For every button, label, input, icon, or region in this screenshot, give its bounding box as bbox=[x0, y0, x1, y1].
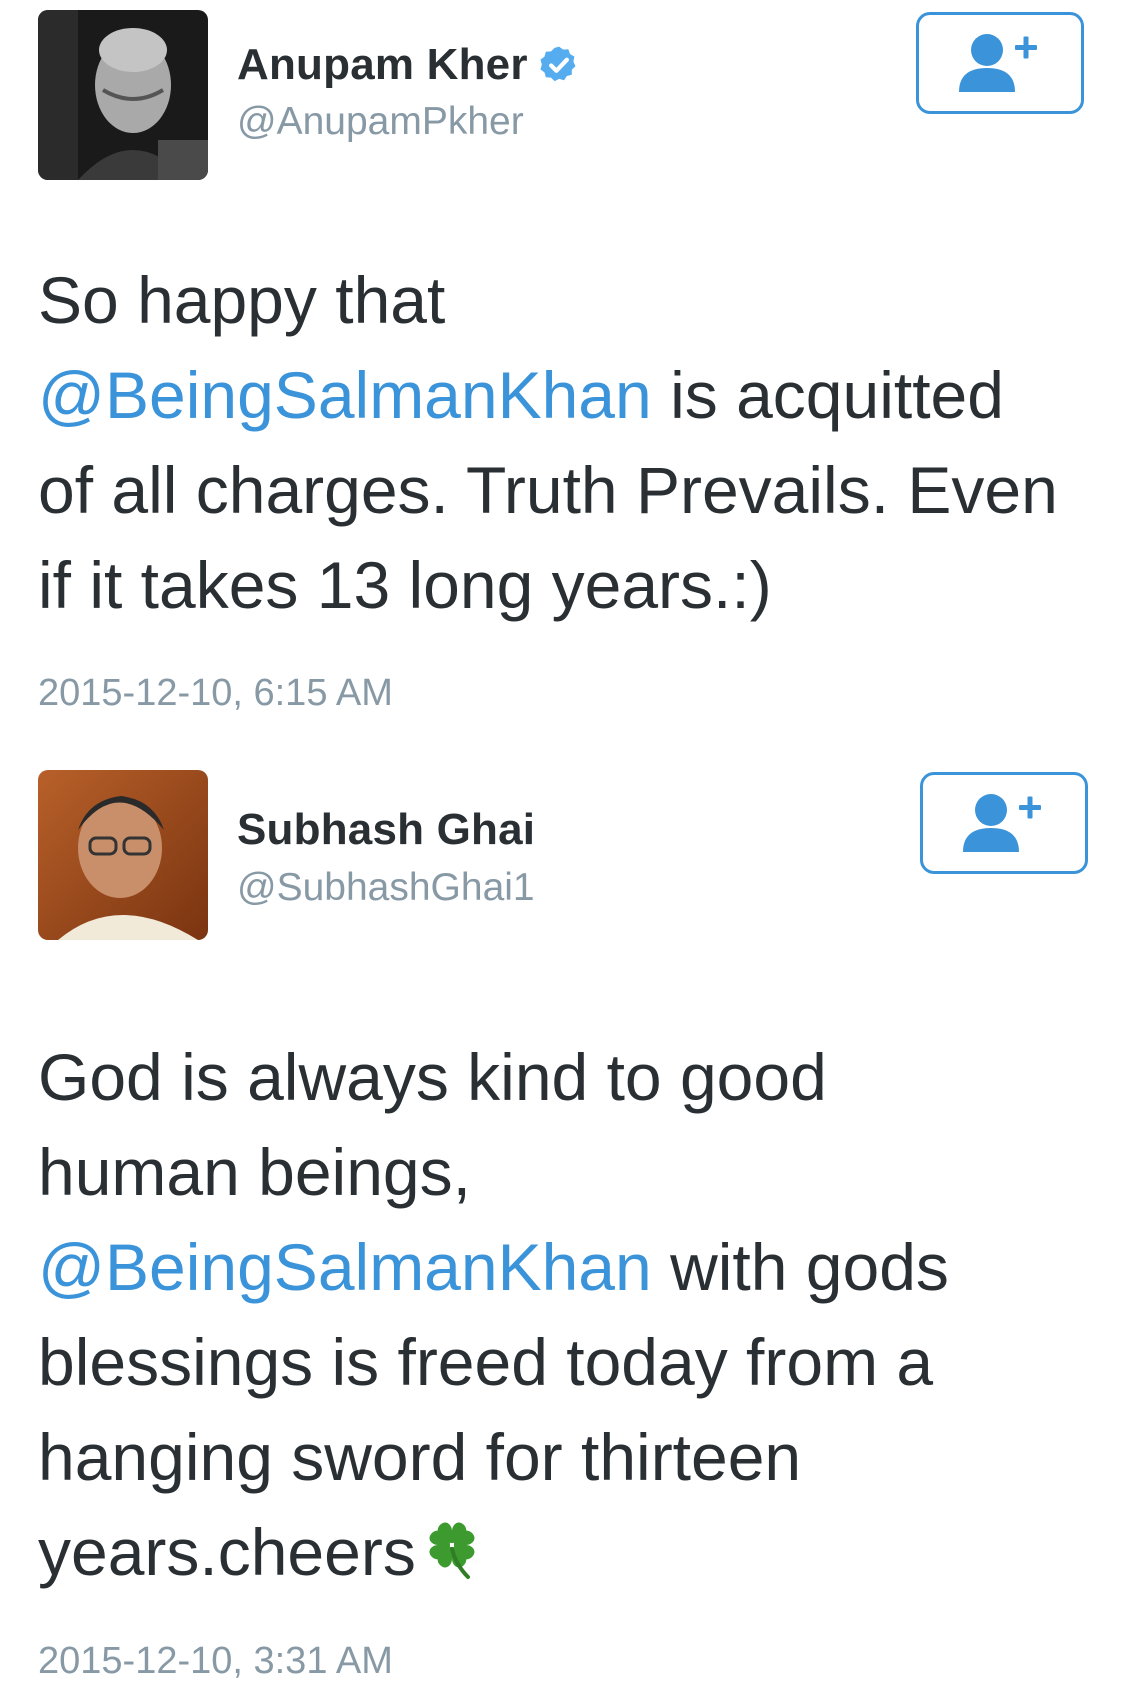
author-name-row: Anupam Kher bbox=[237, 40, 580, 90]
author-handle[interactable]: @SubhashGhai1 bbox=[237, 866, 535, 910]
four-leaf-clover-icon bbox=[429, 1522, 475, 1579]
avatar[interactable] bbox=[38, 10, 208, 180]
tweet-text-line: @BeingSalmanKhan is acquitted bbox=[38, 348, 1088, 443]
avatar-photo bbox=[38, 10, 208, 180]
avatar[interactable] bbox=[38, 770, 208, 940]
follow-user-icon bbox=[963, 794, 1041, 852]
text-segment: with gods bbox=[651, 1230, 949, 1304]
text-segment: So happy that bbox=[38, 263, 446, 337]
tweet-text: So happy that @BeingSalmanKhan is acquit… bbox=[38, 253, 1088, 633]
tweet-text-line: blessings is freed today from a bbox=[38, 1315, 1088, 1410]
text-segment: human beings, bbox=[38, 1135, 471, 1209]
author-display-name[interactable]: Anupam Kher bbox=[237, 40, 528, 90]
tweet-card: Anupam Kher @AnupamPkher So happy that @… bbox=[0, 0, 1122, 760]
text-segment: years.cheers bbox=[38, 1515, 416, 1589]
tweet-text-line: of all charges. Truth Prevails. Even bbox=[38, 443, 1088, 538]
tweet-timestamp[interactable]: 2015-12-10, 3:31 AM bbox=[38, 1640, 393, 1683]
tweet-text-line: if it takes 13 long years.:) bbox=[38, 538, 1088, 633]
follow-button[interactable] bbox=[916, 12, 1084, 114]
text-segment: is acquitted bbox=[651, 358, 1004, 432]
text-segment: of all charges. Truth Prevails. Even bbox=[38, 453, 1058, 527]
author-name-row: Subhash Ghai bbox=[237, 805, 535, 855]
text-segment: God is always kind to good bbox=[38, 1040, 827, 1114]
tweet-timestamp[interactable]: 2015-12-10, 6:15 AM bbox=[38, 672, 393, 715]
tweet-text-line: human beings, bbox=[38, 1125, 1088, 1220]
mention-link[interactable]: @BeingSalmanKhan bbox=[38, 358, 652, 432]
verified-badge-icon bbox=[540, 46, 576, 82]
text-segment: hanging sword for thirteen bbox=[38, 1420, 802, 1494]
author-handle[interactable]: @AnupamPkher bbox=[237, 100, 524, 144]
tweet-text-line: years.cheers bbox=[38, 1505, 1088, 1600]
text-segment: blessings is freed today from a bbox=[38, 1325, 934, 1399]
follow-button[interactable] bbox=[920, 772, 1088, 874]
tweet-text-line: God is always kind to good bbox=[38, 1030, 1088, 1125]
tweet-text-line: So happy that bbox=[38, 253, 1088, 348]
tweet-text-line: @BeingSalmanKhan with gods bbox=[38, 1220, 1088, 1315]
author-display-name[interactable]: Subhash Ghai bbox=[237, 805, 535, 855]
tweet-card: Subhash Ghai @SubhashGhai1 God is always… bbox=[0, 760, 1122, 1707]
tweet-text: God is always kind to good human beings,… bbox=[38, 1030, 1088, 1600]
mention-link[interactable]: @BeingSalmanKhan bbox=[38, 1230, 652, 1304]
tweet-text-line: hanging sword for thirteen bbox=[38, 1410, 1088, 1505]
text-segment: if it takes 13 long years.:) bbox=[38, 548, 772, 622]
avatar-photo bbox=[38, 770, 208, 940]
follow-user-icon bbox=[959, 34, 1037, 92]
